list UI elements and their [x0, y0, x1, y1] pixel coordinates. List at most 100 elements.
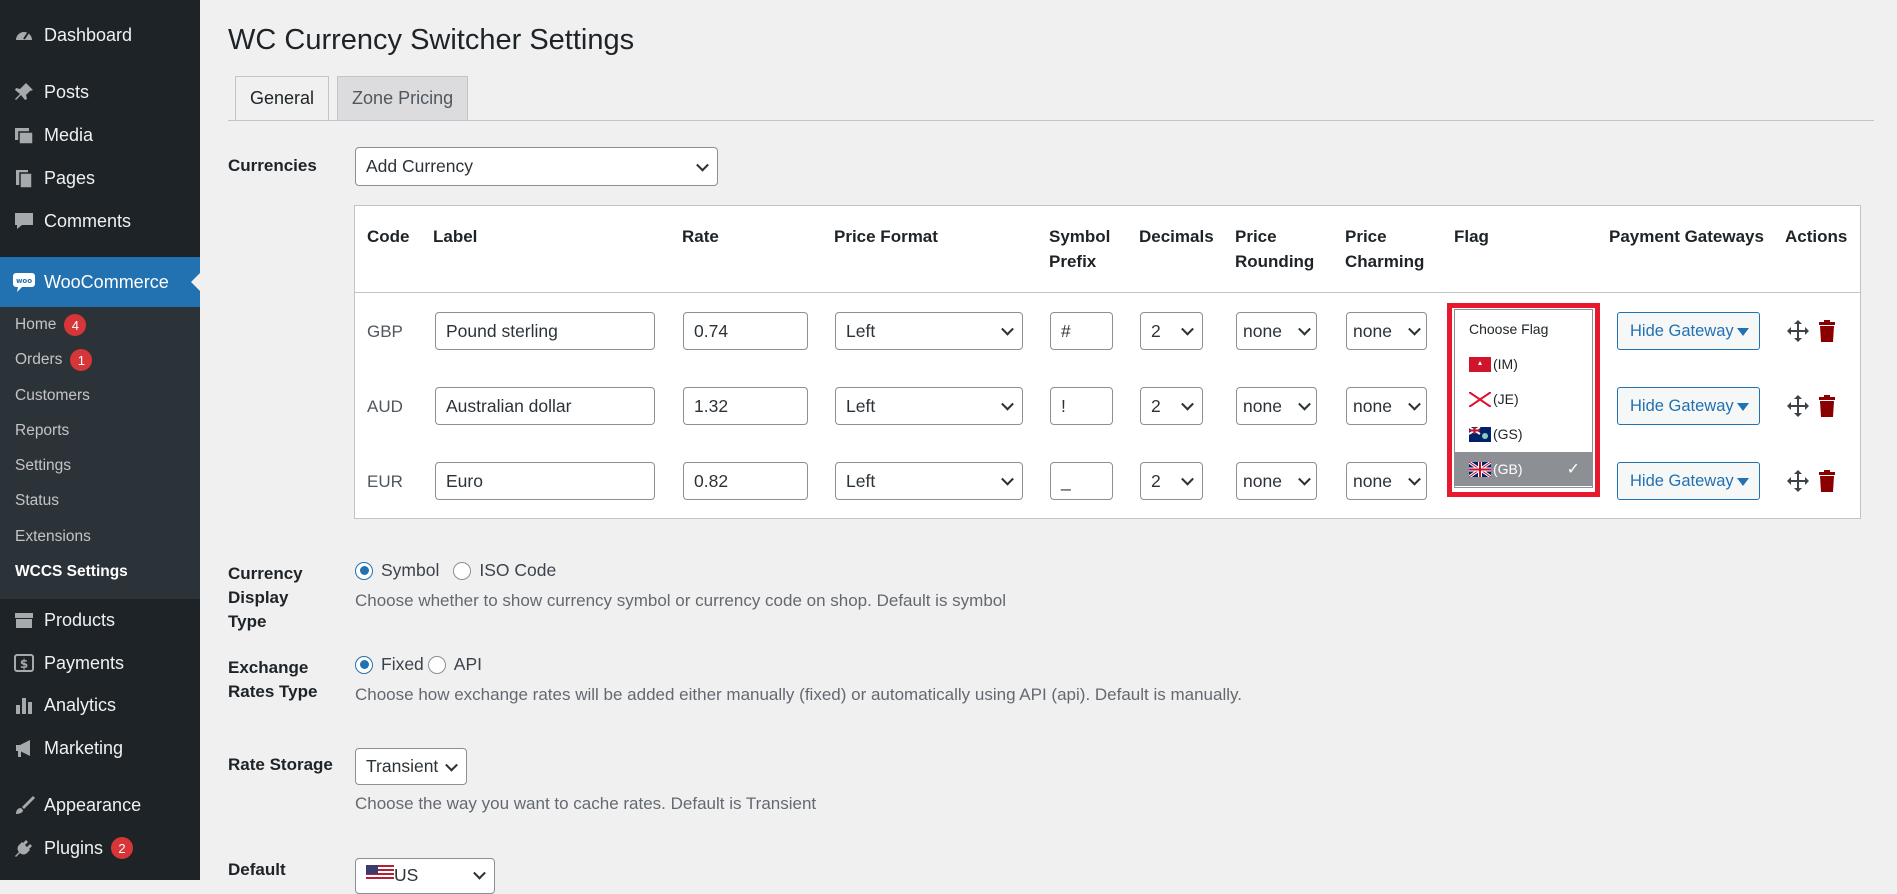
active-menu-arrow — [191, 273, 200, 291]
display-type-description: Choose whether to show currency symbol o… — [355, 591, 1007, 610]
symbol-prefix-input[interactable]: _ — [1050, 462, 1113, 500]
chevron-down-icon — [1181, 472, 1194, 486]
menu-item-posts[interactable]: Posts — [0, 73, 200, 111]
price-charming-select[interactable]: none — [1346, 312, 1427, 350]
iso-code-radio[interactable] — [453, 561, 472, 580]
menu-item-marketing[interactable]: Marketing — [0, 729, 200, 767]
admin-sidebar: Dashboard Posts Media Pages Comments woo… — [0, 0, 200, 880]
exchange-type-label: Exchange Rates Type — [228, 658, 318, 701]
submenu-item-reports[interactable]: Reports — [15, 419, 69, 443]
price-rounding-select[interactable]: none — [1236, 312, 1317, 350]
default-currency-select[interactable]: US — [355, 858, 495, 894]
submenu-item-settings[interactable]: Settings — [15, 454, 71, 478]
move-icon[interactable] — [1786, 394, 1810, 418]
menu-item-products[interactable]: Products — [0, 601, 200, 639]
settings-tabs: General Zone Pricing — [235, 76, 469, 121]
menu-item-appearance[interactable]: Appearance — [0, 786, 200, 824]
flag-option-gs[interactable]: (GS) — [1455, 417, 1592, 451]
tab-zone-pricing[interactable]: Zone Pricing — [337, 76, 469, 120]
price-rounding-select[interactable]: none — [1236, 462, 1317, 500]
dollar-icon: $ — [12, 651, 36, 675]
trash-icon[interactable] — [1817, 394, 1841, 418]
move-icon[interactable] — [1786, 319, 1810, 343]
rate-input[interactable]: 0.74 — [683, 312, 808, 350]
column-header: Code — [367, 227, 410, 246]
tab-general[interactable]: General — [235, 76, 330, 121]
trash-icon[interactable] — [1817, 319, 1841, 343]
submenu-item-home[interactable]: Home 4 — [15, 313, 87, 337]
price-format-select[interactable]: Left — [835, 462, 1023, 500]
hide-gateway-button[interactable]: Hide Gateway — [1617, 312, 1760, 350]
price-rounding-select[interactable]: none — [1236, 387, 1317, 425]
menu-item-plugins[interactable]: Plugins 2 — [0, 829, 200, 867]
move-icon[interactable] — [1786, 469, 1810, 493]
chevron-down-icon — [1408, 472, 1421, 486]
trash-icon[interactable] — [1817, 469, 1841, 493]
rate-input[interactable]: 1.32 — [683, 387, 808, 425]
tabs-divider — [228, 120, 1874, 121]
chevron-down-icon — [473, 866, 486, 880]
currency-label-input[interactable]: Pound sterling — [435, 312, 655, 350]
currency-label-input[interactable]: Euro — [435, 462, 655, 500]
decimals-select[interactable]: 2 — [1140, 462, 1203, 500]
submenu-item-orders[interactable]: Orders 1 — [15, 348, 93, 372]
flag-option-gb[interactable]: (GB) ✓ — [1455, 452, 1592, 486]
submenu-item-customers[interactable]: Customers — [15, 384, 90, 408]
caret-down-icon — [1737, 403, 1749, 411]
column-header: Price Charming — [1345, 227, 1425, 271]
display-type-radios: Symbol ISO Code — [355, 560, 556, 581]
price-format-select[interactable]: Left — [835, 312, 1023, 350]
megaphone-icon — [12, 736, 36, 760]
column-header: Actions — [1785, 227, 1848, 246]
menu-item-analytics[interactable]: Analytics — [0, 686, 200, 724]
je-flag-icon — [1468, 390, 1492, 408]
decimals-select[interactable]: 2 — [1140, 312, 1203, 350]
fixed-radio[interactable] — [355, 655, 373, 674]
symbol-prefix-input[interactable]: # — [1050, 312, 1113, 350]
flag-option-je[interactable]: (JE) — [1455, 382, 1592, 416]
pin-icon — [12, 80, 36, 104]
menu-item-comments[interactable]: Comments — [0, 202, 200, 240]
menu-item-woocommerce[interactable]: woo WooCommerce — [0, 257, 200, 307]
submenu-item-extensions[interactable]: Extensions — [15, 525, 91, 549]
default-currency-label: Default — [228, 860, 286, 879]
submenu-item-status[interactable]: Status — [15, 489, 59, 513]
add-currency-select[interactable]: Add Currency — [355, 147, 718, 186]
flag-option-im[interactable]: (IM) — [1455, 347, 1592, 381]
column-header: Rate — [682, 227, 719, 246]
chevron-down-icon — [1001, 397, 1014, 411]
hide-gateway-button[interactable]: Hide Gateway — [1617, 387, 1760, 425]
menu-item-payments[interactable]: $ Payments — [0, 644, 200, 682]
rate-input[interactable]: 0.82 — [683, 462, 808, 500]
submenu-item-wccs-settings[interactable]: WCCS Settings — [15, 560, 128, 584]
chevron-down-icon — [1181, 322, 1194, 336]
symbol-radio[interactable] — [355, 561, 373, 580]
notification-badge: 4 — [64, 314, 87, 336]
price-charming-select[interactable]: none — [1346, 462, 1427, 500]
caret-down-icon — [1737, 478, 1749, 486]
hide-gateway-button[interactable]: Hide Gateway — [1617, 462, 1760, 500]
flag-option-choose[interactable]: Choose Flag — [1455, 312, 1592, 346]
dashboard-icon — [12, 23, 36, 47]
column-header: Flag — [1454, 227, 1489, 246]
im-flag-icon — [1469, 356, 1491, 372]
chevron-down-icon — [1001, 322, 1014, 336]
chevron-down-icon — [1298, 397, 1311, 411]
menu-item-media[interactable]: Media — [0, 116, 200, 154]
price-charming-select[interactable]: none — [1346, 387, 1427, 425]
symbol-prefix-input[interactable]: ! — [1050, 387, 1113, 425]
currency-label-input[interactable]: Australian dollar — [435, 387, 655, 425]
chevron-down-icon — [1001, 472, 1014, 486]
menu-item-dashboard[interactable]: Dashboard — [0, 16, 200, 54]
woo-icon: woo — [12, 270, 36, 294]
plug-icon — [12, 836, 36, 860]
column-header: Decimals — [1139, 227, 1214, 246]
api-radio[interactable] — [427, 655, 446, 674]
price-format-select[interactable]: Left — [835, 387, 1023, 425]
menu-item-pages[interactable]: Pages — [0, 159, 200, 197]
decimals-select[interactable]: 2 — [1140, 387, 1203, 425]
gb-flag-icon — [1468, 460, 1492, 478]
column-header: Payment Gateways — [1609, 227, 1764, 246]
flag-dropdown-list: Choose Flag (IM) (JE) (GS) (GB) ✓ — [1454, 309, 1593, 488]
rate-storage-select[interactable]: Transient — [355, 748, 467, 785]
